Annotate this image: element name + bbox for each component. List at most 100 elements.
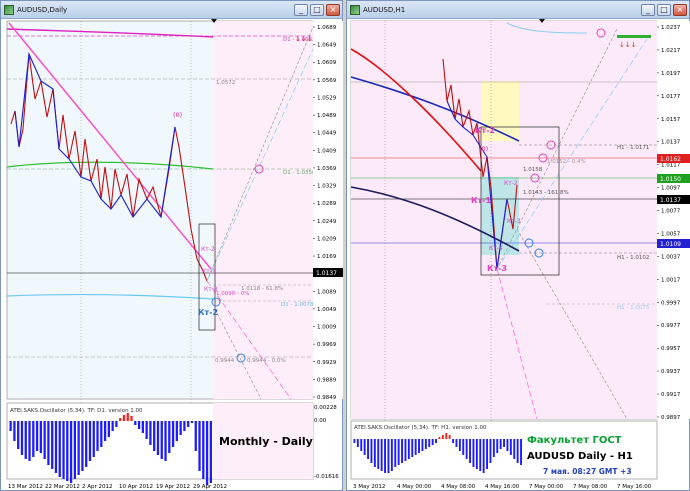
date-tick: 4 May 16:00	[485, 484, 520, 490]
oscillator-bar	[32, 421, 35, 457]
oscillator-bar	[115, 421, 118, 427]
minimize-icon[interactable]: _	[294, 3, 308, 16]
oscillator-bar	[448, 435, 451, 439]
price-tag-text: 1.0162	[660, 156, 681, 163]
price-tick: 1.0569	[317, 78, 337, 84]
oscillator-bar	[202, 421, 205, 479]
minimize-icon[interactable]: _	[641, 3, 655, 16]
wave-label: (0)	[173, 111, 182, 119]
price-tick: 0.9849	[317, 395, 337, 401]
oscillator-bar	[119, 418, 122, 421]
oscillator-bar	[126, 413, 129, 421]
price-tick: 1.0197	[661, 71, 681, 77]
oscillator-bar	[20, 421, 24, 455]
price-tick: 1.0177	[661, 94, 681, 100]
oscillator-bar	[149, 421, 152, 445]
date-tick: 29 Apr 2012	[193, 484, 227, 490]
oscillator-bar	[171, 421, 175, 447]
price-tick: 1.0009	[317, 325, 337, 331]
price-tick: 1.0097	[661, 186, 681, 192]
oscillator-bar	[43, 421, 46, 459]
oscillator-bar	[141, 421, 144, 433]
price-tick: 1.0369	[317, 166, 337, 172]
price-axis[interactable]	[657, 21, 690, 419]
oscillator-bar	[47, 421, 50, 465]
oscillator-bar	[134, 421, 137, 425]
price-tick: 1.0329	[317, 184, 337, 190]
oscillator-bar	[88, 421, 92, 461]
oscillator-bar	[205, 421, 209, 485]
price-tag-text: 1.0109	[660, 241, 681, 248]
maximize-icon[interactable]: □	[657, 3, 671, 16]
price-tick: 1.0037	[661, 254, 681, 260]
window-titlebar[interactable]: AUDUSD,Daily _ □ ×	[1, 1, 342, 19]
wave-label: Кт-2	[475, 126, 495, 135]
oscillator-bar	[51, 421, 54, 469]
oscillator-bar	[24, 421, 27, 459]
wave-label: Кт-2	[504, 180, 518, 187]
wave-label: (0)	[479, 145, 488, 153]
oscillator-bar	[107, 421, 110, 437]
oscillator-bar	[145, 421, 148, 439]
price-tick: 0.9889	[317, 377, 337, 383]
oscillator-bar	[353, 439, 356, 443]
date-axis: 13 Mar 2012 22 Mar 2012 2 Apr 2012 10 Apr 2…	[8, 484, 227, 490]
wave-label: Кт-2	[198, 308, 218, 317]
level-label: D1 - 1.0358	[283, 170, 316, 176]
price-tick: 0.9977	[661, 323, 681, 329]
oscillator-bar	[187, 421, 190, 427]
brand-title: Факультет ГОСТ	[527, 435, 622, 446]
close-icon[interactable]: ×	[673, 3, 687, 16]
date-tick: 10 Apr 2012	[119, 484, 153, 490]
oscillator-bar	[418, 439, 420, 453]
window-titlebar[interactable]: AUDUSD,H1 _ □ ×	[347, 1, 689, 19]
level-label: 0.9944 - 0.0%	[247, 358, 286, 364]
oscillator-bar	[499, 439, 502, 449]
oscillator-bar	[377, 439, 380, 469]
oscillator-bar	[153, 421, 156, 451]
oscillator-bar	[397, 439, 400, 465]
h1-chart[interactable]: H1 - 1.0171 1.0152 - 0.4% 1.0158 1.0143 …	[347, 19, 690, 491]
oscillator-bar	[137, 421, 141, 429]
oscillator-bar	[387, 439, 390, 473]
chart-window-daily[interactable]: AUDUSD,Daily _ □ × D1 - 1.0682 1.0572 D1…	[0, 0, 343, 491]
date-tick: 7 May 16:00	[617, 484, 652, 490]
maximize-icon[interactable]: □	[310, 3, 324, 16]
oscillator-bar	[13, 421, 16, 441]
oscillator-bar	[424, 439, 427, 449]
window-title: AUDUSD,H1	[363, 5, 406, 14]
oscillator-bar	[209, 421, 212, 483]
oscillator-bar	[77, 421, 80, 475]
oscillator-bar	[122, 415, 126, 421]
oscillator-bar	[28, 421, 31, 461]
oscillator-bar	[198, 421, 201, 471]
timestamp: 7 мая. 08:27 GMT +3	[543, 467, 632, 476]
price-tick: 1.0289	[317, 201, 337, 207]
close-icon[interactable]: ×	[326, 3, 340, 16]
oscillator-bar	[380, 439, 383, 471]
oscillator-bar	[190, 421, 194, 423]
oscillator-bar	[421, 439, 424, 451]
daily-chart[interactable]: D1 - 1.0682 1.0572 D1 - 1.0358 1.0118 - …	[1, 19, 343, 491]
price-tick: 0.9969	[317, 342, 337, 348]
oscillator-bar	[438, 437, 441, 439]
date-tick: 22 Mar 2012	[45, 484, 80, 490]
chart-window-h1[interactable]: AUDUSD,H1 _ □ × H1 - 1.0171 1.0152 - 0.4…	[346, 0, 690, 491]
oscillator-bar	[441, 435, 444, 439]
price-tick: 1.0017	[661, 277, 681, 283]
chart-caption: AUDUSD Daily - H1	[527, 451, 633, 462]
oscillator-bar	[411, 439, 414, 457]
date-tick: 2 Apr 2012	[82, 484, 113, 490]
price-tick: 0.9937	[661, 369, 681, 375]
level-label: H1 - 1.0075	[617, 305, 650, 311]
oscillator-bar	[179, 421, 182, 435]
oscillator-bar	[390, 439, 393, 471]
oscillator-bar	[17, 421, 20, 449]
oscillator-bar	[168, 421, 171, 453]
oscillator-bar	[384, 439, 386, 473]
oscillator-bar	[520, 439, 522, 465]
oscillator-bar	[130, 416, 133, 421]
level-label: 0.9944	[215, 358, 235, 364]
oscillator-bar	[462, 439, 465, 455]
oscillator-bar	[428, 439, 431, 447]
